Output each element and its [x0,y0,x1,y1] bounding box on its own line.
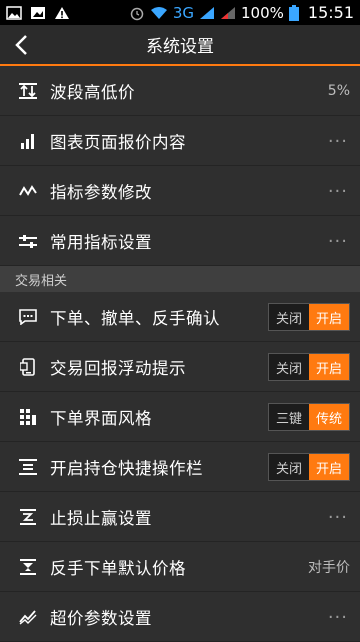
setting-position-shortcut-bar[interactable]: 开启持仓快捷操作栏 关闭 开启 [0,442,360,492]
toggle-off[interactable]: 关闭 [269,304,309,330]
line-wave-icon [18,181,38,201]
grid-style-icon [18,407,38,427]
more-icon[interactable]: ··· [328,592,348,642]
setting-label: 下单界面风格 [50,408,152,428]
toggle-off[interactable]: 关闭 [269,454,309,480]
chat-dots-icon [18,307,38,327]
band-high-low-icon [18,81,38,101]
toggle-on[interactable]: 开启 [309,354,349,380]
battery-percent: 100% [241,3,284,22]
toggle-off[interactable]: 三键 [269,404,309,430]
signal-icon [200,6,214,19]
status-left-icons [6,5,70,20]
setting-label: 图表页面报价内容 [50,132,186,152]
setting-stop-loss-take-profit[interactable]: 止损止赢设置 ··· [0,492,360,542]
setting-value[interactable]: 对手价 [308,542,350,592]
more-icon[interactable]: ··· [328,116,348,166]
clock: 15:51 [307,3,354,22]
toggle-on[interactable]: 开启 [309,304,349,330]
setting-label: 常用指标设置 [50,232,152,252]
setting-trade-report-popup[interactable]: 交易回报浮动提示 关闭 开启 [0,342,360,392]
setting-label: 超价参数设置 [50,608,152,628]
setting-reverse-order-price[interactable]: 反手下单默认价格 对手价 [0,542,360,592]
reverse-order-icon [18,557,38,577]
toggle-on[interactable]: 开启 [309,454,349,480]
wifi-icon [150,6,167,19]
more-icon[interactable]: ··· [328,166,348,216]
stop-loss-icon [18,507,38,527]
setting-indicator-params[interactable]: 指标参数修改 ··· [0,166,360,216]
setting-over-price-params[interactable]: 超价参数设置 ··· [0,592,360,642]
title-bar: 系统设置 [0,25,360,66]
settings-list: 波段高低价 5% 图表页面报价内容 ··· 指标参数修改 ··· 常用指标设置 … [0,66,360,642]
more-icon[interactable]: ··· [328,492,348,542]
status-right: 3G 100% 15:51 [129,3,354,22]
chevron-left-icon [15,35,27,55]
signal-icon-2 [221,6,235,19]
setting-label: 交易回报浮动提示 [50,358,186,378]
page-title: 系统设置 [146,37,214,57]
toggle-switch[interactable]: 关闭 开启 [268,353,350,381]
setting-common-indicators[interactable]: 常用指标设置 ··· [0,216,360,266]
setting-label: 波段高低价 [50,82,135,102]
warning-icon [55,6,69,19]
gallery-icon [6,5,22,20]
over-price-icon [18,607,38,627]
alarm-icon [130,7,144,20]
image-icon [31,6,45,19]
toggle-on[interactable]: 传统 [309,404,349,430]
setting-label: 反手下单默认价格 [50,558,186,578]
setting-label: 开启持仓快捷操作栏 [50,458,203,478]
setting-value: 5% [327,83,350,99]
back-button[interactable] [10,33,32,57]
setting-label: 下单、撤单、反手确认 [50,308,220,328]
toggle-switch[interactable]: 关闭 开启 [268,453,350,481]
bar-chart-icon [18,131,38,151]
list-bars-icon [18,457,38,477]
toggle-switch[interactable]: 关闭 开启 [268,303,350,331]
toggle-off[interactable]: 关闭 [269,354,309,380]
setting-order-style[interactable]: 下单界面风格 三键 传统 [0,392,360,442]
toggle-switch[interactable]: 三键 传统 [268,403,350,431]
network-type: 3G [172,3,194,22]
setting-label: 止损止赢设置 [50,508,152,528]
sliders-icon [18,231,38,251]
setting-label: 指标参数修改 [50,182,152,202]
status-bar: 3G 100% 15:51 [0,0,360,25]
phone-notify-icon [18,357,38,377]
setting-order-confirm[interactable]: 下单、撤单、反手确认 关闭 开启 [0,292,360,342]
setting-chart-quote-content[interactable]: 图表页面报价内容 ··· [0,116,360,166]
section-header-trade: 交易相关 [0,266,360,292]
battery-icon [288,4,299,21]
setting-band-high-low[interactable]: 波段高低价 5% [0,66,360,116]
more-icon[interactable]: ··· [328,216,348,266]
